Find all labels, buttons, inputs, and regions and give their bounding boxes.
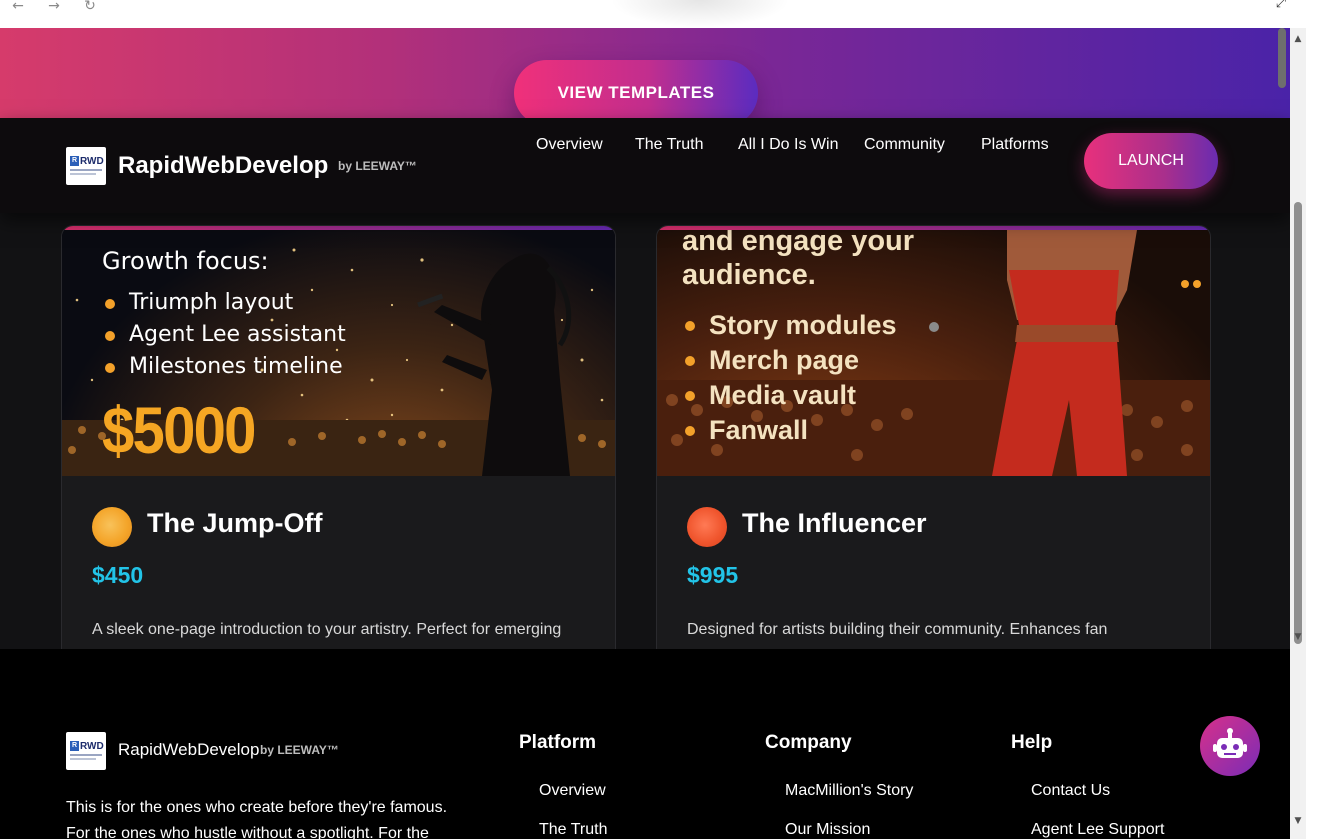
card-description: A sleek one-page introduction to your ar…: [92, 621, 562, 638]
template-card-influencer[interactable]: and engage your audience. Story modules …: [656, 225, 1211, 685]
footer-heading-company: Company: [765, 732, 852, 753]
card-price: $995: [687, 562, 739, 588]
fullscreen-icon[interactable]: ⤢: [1272, 0, 1290, 14]
list-item: Media vault: [685, 378, 897, 413]
card-title: The Influencer: [742, 508, 927, 538]
footer-heading-help: Help: [1011, 732, 1053, 753]
chatbot-button[interactable]: [1200, 716, 1260, 776]
launch-button[interactable]: LAUNCH: [1084, 133, 1218, 189]
image-heading: and engage your audience.: [682, 230, 915, 291]
red-orb-icon: [687, 507, 727, 547]
nav-all-i-do-is-win[interactable]: All I Do Is Win: [738, 136, 838, 154]
image-heading: Growth focus:: [102, 247, 269, 275]
footer-tagline: This is for the ones who create before t…: [66, 799, 448, 839]
nav-overview[interactable]: Overview: [536, 136, 603, 154]
browser-toolbar: ← → ↻ ⤢: [0, 0, 1326, 28]
card-image-influencer: and engage your audience. Story modules …: [657, 230, 1210, 476]
list-item: Fanwall: [685, 413, 897, 448]
nav-platforms[interactable]: Platforms: [981, 136, 1049, 154]
card-image-jump-off: Growth focus: Triumph layout Agent Lee a…: [62, 230, 615, 476]
view-templates-button[interactable]: VIEW TEMPLATES: [514, 60, 758, 126]
site-footer: R RWD RapidWebDevelop by LEEWAY™ This is …: [0, 649, 1290, 839]
scrollbar-thumb[interactable]: [1294, 202, 1302, 644]
hero-banner: VIEW TEMPLATES: [0, 28, 1290, 128]
template-card-jump-off[interactable]: Growth focus: Triumph layout Agent Lee a…: [61, 225, 616, 685]
page-scrollbar[interactable]: ▲ ▼ ▼: [1290, 28, 1306, 839]
footer-link-our-mission[interactable]: Our Mission: [785, 821, 870, 839]
footer-heading-platform: Platform: [519, 732, 597, 753]
scroll-up-arrow-icon[interactable]: ▲: [1293, 34, 1303, 44]
scroll-down-arrow-icon[interactable]: ▼: [1293, 632, 1303, 642]
window-edge: [1306, 28, 1326, 839]
site-header: R RWD RapidWebDevelop by LEEWAY™ Overview…: [0, 118, 1290, 213]
nav-the-truth[interactable]: The Truth: [635, 136, 703, 154]
list-item: Merch page: [685, 343, 897, 378]
feature-list: Triumph layout Agent Lee assistant Miles…: [105, 287, 346, 383]
image-price: $5000: [102, 393, 256, 467]
reload-icon[interactable]: ↻: [80, 0, 100, 16]
list-item: Story modules: [685, 308, 897, 343]
footer-link-macmillions-story[interactable]: MacMillion's Story: [785, 782, 913, 800]
orange-orb-icon: [92, 507, 132, 547]
feature-list: Story modules Merch page Media vault Fan…: [685, 308, 897, 448]
footer-rwd-logo[interactable]: R RWD: [66, 732, 106, 770]
logo-mark: R RWD: [70, 156, 104, 167]
back-arrow-icon[interactable]: ←: [8, 0, 28, 16]
list-item: Milestones timeline: [105, 351, 346, 383]
brand-by-label: by LEEWAY™: [338, 159, 417, 173]
outer-scroll-down-arrow-icon[interactable]: ▼: [1293, 816, 1303, 826]
logo-mark: R RWD: [70, 741, 104, 752]
footer-link-contact-us[interactable]: Contact Us: [1031, 782, 1110, 800]
footer-link-agent-lee-support[interactable]: Agent Lee Support: [1031, 821, 1164, 839]
robot-icon: [1213, 728, 1247, 758]
footer-link-overview[interactable]: Overview: [539, 782, 606, 800]
tab-shadow: [610, 0, 790, 28]
list-item: Triumph layout: [105, 287, 346, 319]
rwd-logo[interactable]: R RWD: [66, 147, 106, 185]
card-description: Designed for artists building their comm…: [687, 621, 1108, 638]
nav-community[interactable]: Community: [864, 136, 945, 154]
footer-brand-by: by LEEWAY™: [260, 743, 339, 757]
page-viewport: VIEW TEMPLATES R RWD RapidWebDevelop by L…: [0, 28, 1290, 839]
brand-name[interactable]: RapidWebDevelop: [118, 152, 328, 180]
footer-link-the-truth[interactable]: The Truth: [539, 821, 607, 839]
forward-arrow-icon[interactable]: →: [44, 0, 64, 16]
footer-brand-name: RapidWebDevelop: [118, 740, 260, 759]
card-price: $450: [92, 562, 144, 588]
list-item: Agent Lee assistant: [105, 319, 346, 351]
card-title: The Jump-Off: [147, 508, 323, 538]
inner-scrollbar-thumb[interactable]: [1278, 28, 1286, 88]
